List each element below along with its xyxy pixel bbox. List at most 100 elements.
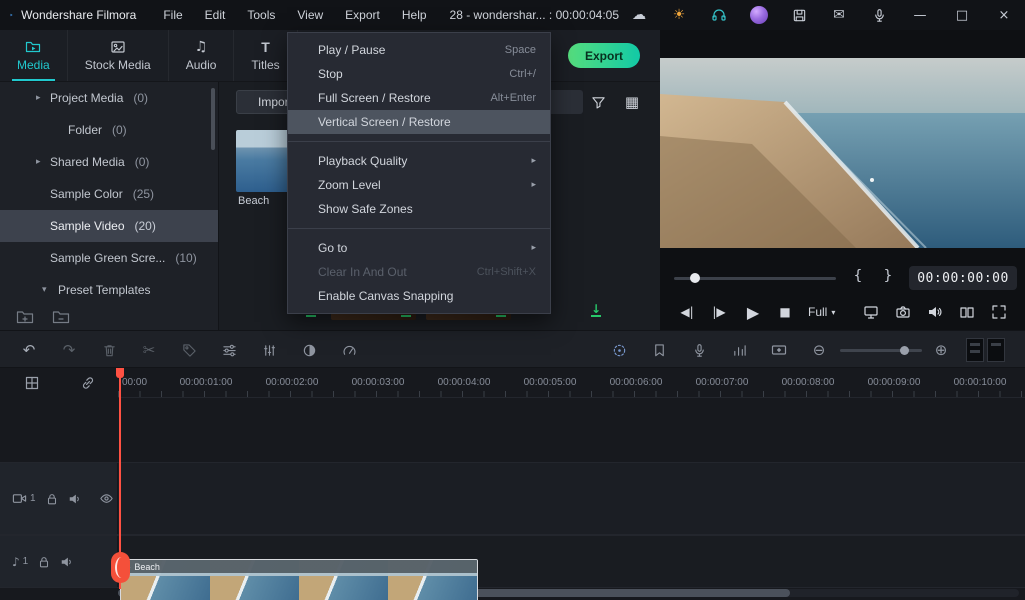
tree-arrow-icon[interactable]: ▾ (42, 285, 47, 295)
menu-item-stop[interactable]: Stop Ctrl+/ (288, 62, 550, 86)
menu-view[interactable]: View (286, 0, 334, 30)
track-height-toggle-large[interactable] (987, 338, 1005, 362)
ruler-label: 00:00:05:00 (523, 377, 577, 388)
beat-detection-icon[interactable] (726, 331, 752, 369)
brightness-icon[interactable]: ☀ (659, 0, 699, 30)
hide-track-eye-icon[interactable] (99, 491, 114, 506)
stop-icon[interactable]: ■ (772, 294, 798, 330)
audio-mixer-icon[interactable] (256, 331, 282, 369)
playhead-cap[interactable] (116, 368, 124, 378)
volume-icon[interactable] (922, 294, 948, 330)
window-maximize-button[interactable]: □ (941, 0, 983, 30)
lock-icon[interactable] (37, 555, 51, 569)
save-icon[interactable] (779, 0, 819, 30)
menu-item-full-screen-restore[interactable]: Full Screen / Restore Alt+Enter (288, 86, 550, 110)
undo-icon[interactable]: ↶ (16, 331, 42, 369)
export-button[interactable]: Export (568, 43, 640, 68)
filmora-logo-icon (10, 13, 13, 17)
speed-ramp-icon[interactable] (336, 331, 362, 369)
zoom-handle[interactable] (900, 346, 909, 355)
menu-export[interactable]: Export (334, 0, 391, 30)
manage-tracks-icon[interactable] (24, 375, 40, 391)
marker-flag-icon[interactable] (646, 331, 672, 369)
color-correction-icon[interactable] (296, 331, 322, 369)
video-track[interactable]: 1 ▶ Beach (0, 462, 1025, 600)
adjust-sliders-icon[interactable] (216, 331, 242, 369)
sidebar-item-sample-video[interactable]: Sample Video (20) (0, 210, 218, 242)
sidebar-item-project-media[interactable]: ▸ Project Media (0) (0, 82, 218, 114)
sidebar-item-folder[interactable]: Folder (0) (0, 114, 218, 146)
seek-handle[interactable] (690, 273, 700, 283)
split-scissors-icon[interactable]: ✂ (136, 331, 162, 369)
grid-view-icon[interactable]: ▦ (621, 91, 643, 113)
keyframe-icon[interactable] (766, 331, 792, 369)
menu-tools[interactable]: Tools (236, 0, 286, 30)
sidebar-scrollbar[interactable] (211, 88, 215, 150)
menu-item-go-to[interactable]: Go to ▸ (288, 236, 550, 260)
filter-icon[interactable] (587, 91, 609, 113)
timeline-zoom-slider[interactable] (840, 346, 922, 355)
mark-in-icon[interactable]: { (848, 268, 868, 284)
render-preview-icon[interactable] (606, 331, 632, 369)
mark-out-icon[interactable]: } (878, 268, 898, 284)
display-device-icon[interactable] (858, 294, 884, 330)
sidebar-item-sample-color[interactable]: Sample Color (25) (0, 178, 218, 210)
tab-stock-media[interactable]: Stock Media (68, 30, 169, 81)
tab-audio[interactable]: ♫ Audio (169, 30, 235, 81)
playback-quality-dropdown[interactable]: Full ▾ (808, 294, 835, 330)
tree-arrow-icon[interactable]: ▸ (36, 93, 41, 103)
previous-frame-icon[interactable]: ◀| (674, 294, 700, 330)
mute-track-icon[interactable] (68, 492, 82, 506)
sidebar-item-sample-green-screen[interactable]: Sample Green Scre... (10) (0, 242, 218, 274)
snapshot-camera-icon[interactable] (890, 294, 916, 330)
play-icon[interactable]: ▶ (740, 294, 766, 330)
menu-item-enable-canvas-snapping[interactable]: Enable Canvas Snapping (288, 284, 550, 308)
tag-marker-icon[interactable] (176, 331, 202, 369)
record-voiceover-icon[interactable] (686, 331, 712, 369)
download-icon[interactable]: ↓ (590, 303, 601, 317)
dual-screen-icon[interactable] (954, 294, 980, 330)
delete-folder-icon[interactable] (52, 309, 70, 325)
ruler-label: 00:00:10:00 (953, 377, 1007, 388)
window-close-button[interactable]: × (983, 0, 1025, 30)
delete-icon[interactable] (96, 331, 122, 369)
timeline-ruler[interactable]: 00:00 00:00:01:00 00:00:02:00 00:00:03:0… (118, 368, 1025, 398)
preview-panel: { } 00:00:00:00 ◀| |▶ ▶ ■ Full ▾ (660, 30, 1025, 330)
mail-icon[interactable]: ✉ (819, 0, 859, 30)
menu-item-play-pause[interactable]: Play / Pause Space (288, 38, 550, 62)
add-folder-icon[interactable] (16, 309, 34, 325)
zoom-out-icon[interactable]: ⊖ (806, 331, 832, 369)
lock-icon[interactable] (45, 492, 59, 506)
redo-icon[interactable]: ↷ (56, 331, 82, 369)
playhead-grip[interactable] (111, 552, 130, 583)
zoom-in-icon[interactable]: ⊕ (928, 331, 954, 369)
window-minimize-button[interactable]: — (899, 0, 941, 30)
ruler-label: 00:00:07:00 (695, 377, 749, 388)
track-height-toggle-small[interactable] (966, 338, 984, 362)
timeline-clip-beach[interactable]: ▶ Beach (120, 559, 478, 600)
menu-item-vertical-screen-restore[interactable]: Vertical Screen / Restore (288, 110, 550, 134)
menu-item-show-safe-zones[interactable]: Show Safe Zones (288, 197, 550, 221)
next-frame-icon[interactable]: |▶ (706, 294, 732, 330)
sidebar-item-preset-templates[interactable]: ▾ Preset Templates (0, 274, 218, 306)
sidebar-item-label: Sample Video (50, 219, 125, 233)
menu-help[interactable]: Help (391, 0, 438, 30)
tab-media[interactable]: Media (0, 30, 68, 81)
user-avatar[interactable] (750, 6, 768, 24)
mute-track-icon[interactable] (60, 555, 74, 569)
menu-item-zoom-level[interactable]: Zoom Level ▸ (288, 173, 550, 197)
menu-file[interactable]: File (152, 0, 193, 30)
tree-arrow-icon[interactable]: ▸ (36, 157, 41, 167)
cloud-icon[interactable]: ☁ (619, 0, 659, 30)
sidebar-item-count: (20) (134, 219, 156, 233)
microphone-icon[interactable] (859, 0, 899, 30)
link-clips-icon[interactable] (80, 375, 96, 391)
fullscreen-icon[interactable] (986, 294, 1012, 330)
sidebar-item-shared-media[interactable]: ▸ Shared Media (0) (0, 146, 218, 178)
app-title: Wondershare Filmora (21, 8, 137, 22)
menu-item-playback-quality[interactable]: Playback Quality ▸ (288, 149, 550, 173)
support-headset-icon[interactable] (699, 0, 739, 30)
preview-seek-slider[interactable] (674, 273, 836, 283)
media-library-sidebar: ▸ Project Media (0) Folder (0) ▸ Shared … (0, 82, 218, 330)
menu-edit[interactable]: Edit (194, 0, 237, 30)
